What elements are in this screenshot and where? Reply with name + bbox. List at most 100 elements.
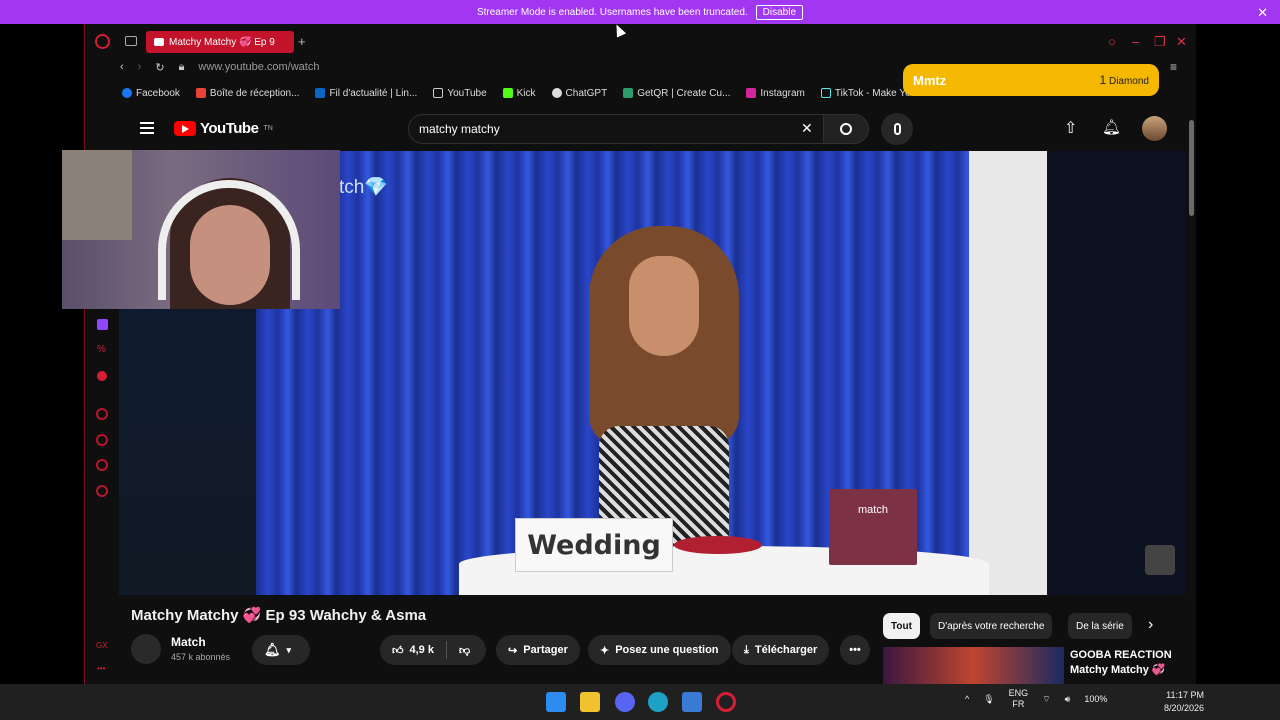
reload-icon[interactable]: ↻	[155, 61, 164, 74]
bookmark-linkedin[interactable]: Fil d'actualité | Lin...	[315, 88, 417, 99]
recommended-thumbnail[interactable]	[883, 647, 1064, 684]
file-explorer-icon[interactable]	[580, 692, 600, 712]
white-wall	[969, 151, 1047, 595]
battery-indicator[interactable]: 100%	[1084, 694, 1107, 704]
lock-icon: 🔒︎	[178, 60, 185, 73]
forward-icon[interactable]: ›	[138, 61, 142, 73]
search-query: matchy matchy	[419, 122, 500, 136]
minimize-icon[interactable]: –	[1132, 34, 1139, 49]
microphone-tray-icon[interactable]: 🎙︎	[983, 694, 994, 705]
edge-icon[interactable]	[648, 692, 668, 712]
page-scrollbar[interactable]	[1186, 112, 1196, 682]
name-card: Wedding	[515, 518, 673, 572]
search-button[interactable]	[823, 114, 869, 144]
opera-logo-icon[interactable]	[95, 34, 110, 49]
recommended-title[interactable]: GOOBA REACTION Matchy Matchy 💞	[1070, 648, 1180, 678]
percent-icon[interactable]: %	[97, 344, 106, 355]
back-icon[interactable]: ‹	[120, 61, 124, 73]
twitch-icon[interactable]	[97, 319, 108, 330]
video-title: Matchy Matchy 💞 Ep 93 Wahchy & Asma	[131, 607, 427, 624]
share-icon: ↪	[508, 644, 518, 657]
sidebar-more-icon[interactable]: •••	[97, 664, 105, 673]
channel-avatar[interactable]	[131, 634, 161, 664]
discord-icon[interactable]	[615, 692, 635, 712]
chevron-down-icon: ▾	[286, 644, 292, 655]
new-tab-button[interactable]: +	[298, 34, 306, 49]
more-actions-button[interactable]: •••	[840, 635, 870, 665]
clear-search-icon[interactable]: ✕	[801, 120, 813, 137]
bookmark-getqr[interactable]: GetQR | Create Cu...	[623, 88, 730, 99]
account-avatar[interactable]	[1142, 116, 1167, 141]
language-indicator[interactable]: ENG FR	[1009, 688, 1029, 710]
chip-from-search[interactable]: D'après votre recherche	[930, 613, 1053, 639]
settings-icon[interactable]	[96, 485, 108, 497]
chip-series[interactable]: De la série	[1068, 613, 1132, 639]
tab-title: Matchy Matchy 💞 Ep 9	[169, 36, 275, 48]
sparkle-icon: ✦	[600, 644, 610, 657]
thumbs-down-icon[interactable]: 👎︎	[459, 644, 470, 657]
subscribe-bell-button[interactable]: 🔔︎ ▾	[252, 635, 310, 665]
tiktok-icon	[820, 88, 831, 98]
search-input[interactable]: matchy matchy	[408, 114, 824, 144]
youtube-menu-icon[interactable]	[140, 122, 154, 134]
bell-icon: 🔔︎	[264, 642, 281, 657]
taskbar-clock[interactable]: 11:17 PM 8/20/2026	[1164, 689, 1204, 715]
like-button[interactable]: 👍︎ 4,9 k 👎︎	[380, 635, 486, 665]
search-tabs-icon[interactable]: ○	[1108, 34, 1116, 49]
url-text[interactable]: www.youtube.com/watch	[198, 61, 319, 73]
gmail-icon	[195, 88, 206, 98]
close-window-icon[interactable]: ✕	[1176, 34, 1187, 50]
youtube-play-icon	[174, 121, 196, 136]
ask-question-button[interactable]: ✦ Posez une question	[588, 635, 731, 665]
history-icon[interactable]	[96, 434, 108, 446]
bookmark-kick[interactable]: Kick	[502, 88, 536, 99]
subscriber-count: 457 k abonnés	[171, 652, 231, 662]
bookmark-instagram[interactable]: Instagram	[746, 88, 805, 99]
windows-start-icon[interactable]	[546, 692, 566, 712]
address-bar[interactable]: ‹ › ↻ 🔒︎ www.youtube.com/watch	[120, 58, 319, 76]
record-icon[interactable]	[97, 371, 107, 381]
bookmark-gmail[interactable]: Boîte de réception...	[195, 88, 299, 99]
cake-plate	[674, 536, 762, 554]
upload-icon[interactable]: ⇧	[1064, 118, 1077, 138]
bookmarks-bar: Facebook Boîte de réception... Fil d'act…	[122, 85, 925, 101]
like-count: 4,9 k	[409, 644, 434, 656]
download-button[interactable]: ⤓ Télécharger	[732, 635, 830, 665]
disable-button[interactable]: Disable	[755, 4, 804, 20]
tab-overview-icon[interactable]	[125, 36, 137, 46]
banner-text: Streamer Mode is enabled. Usernames have…	[476, 6, 748, 18]
gx-icon[interactable]: GX	[96, 641, 108, 650]
scrollbar-thumb[interactable]	[1189, 120, 1194, 216]
opera-gx-taskbar-icon[interactable]	[716, 692, 736, 712]
youtube-logo[interactable]: YouTube TN	[174, 120, 273, 137]
tray-overflow-icon[interactable]: ^	[965, 694, 969, 704]
wifi-icon[interactable]: ⌔	[1042, 694, 1050, 705]
download-icon: ⤓	[744, 643, 749, 656]
channel-watermark-icon[interactable]	[1145, 545, 1175, 575]
share-button[interactable]: ↪ Partager	[496, 635, 580, 665]
instagram-icon	[746, 88, 757, 98]
facebook-icon	[122, 88, 132, 98]
mail-icon[interactable]	[682, 692, 702, 712]
maximize-icon[interactable]: ❐	[1154, 34, 1166, 50]
bookmark-chatgpt[interactable]: ChatGPT	[551, 88, 607, 99]
chips-next-icon[interactable]: ›	[1148, 616, 1153, 634]
tab-active[interactable]: Matchy Matchy 💞 Ep 9	[146, 31, 294, 53]
voice-search-button[interactable]	[881, 113, 913, 145]
channel-name[interactable]: Match	[171, 635, 206, 649]
notifications-icon[interactable]: 🔔︎	[1102, 118, 1121, 136]
player-icon[interactable]	[96, 408, 108, 420]
alert-amount: 1 Diamond	[1099, 73, 1150, 87]
bookmark-facebook[interactable]: Facebook	[122, 88, 180, 99]
headset	[158, 180, 300, 300]
thumbs-up-icon: 👍︎	[392, 644, 404, 657]
banner-close-icon[interactable]: ✕	[1257, 5, 1268, 21]
linkedin-icon	[315, 88, 326, 98]
menu-icon[interactable]: ≡	[1170, 60, 1177, 74]
kick-icon	[502, 88, 513, 98]
extensions-icon[interactable]	[96, 459, 108, 471]
chip-all[interactable]: Tout	[883, 613, 920, 639]
bookmark-youtube[interactable]: YouTube	[433, 88, 487, 99]
volume-icon[interactable]: 🔊︎	[1065, 694, 1071, 705]
match-watermark: tch💎	[339, 177, 389, 198]
